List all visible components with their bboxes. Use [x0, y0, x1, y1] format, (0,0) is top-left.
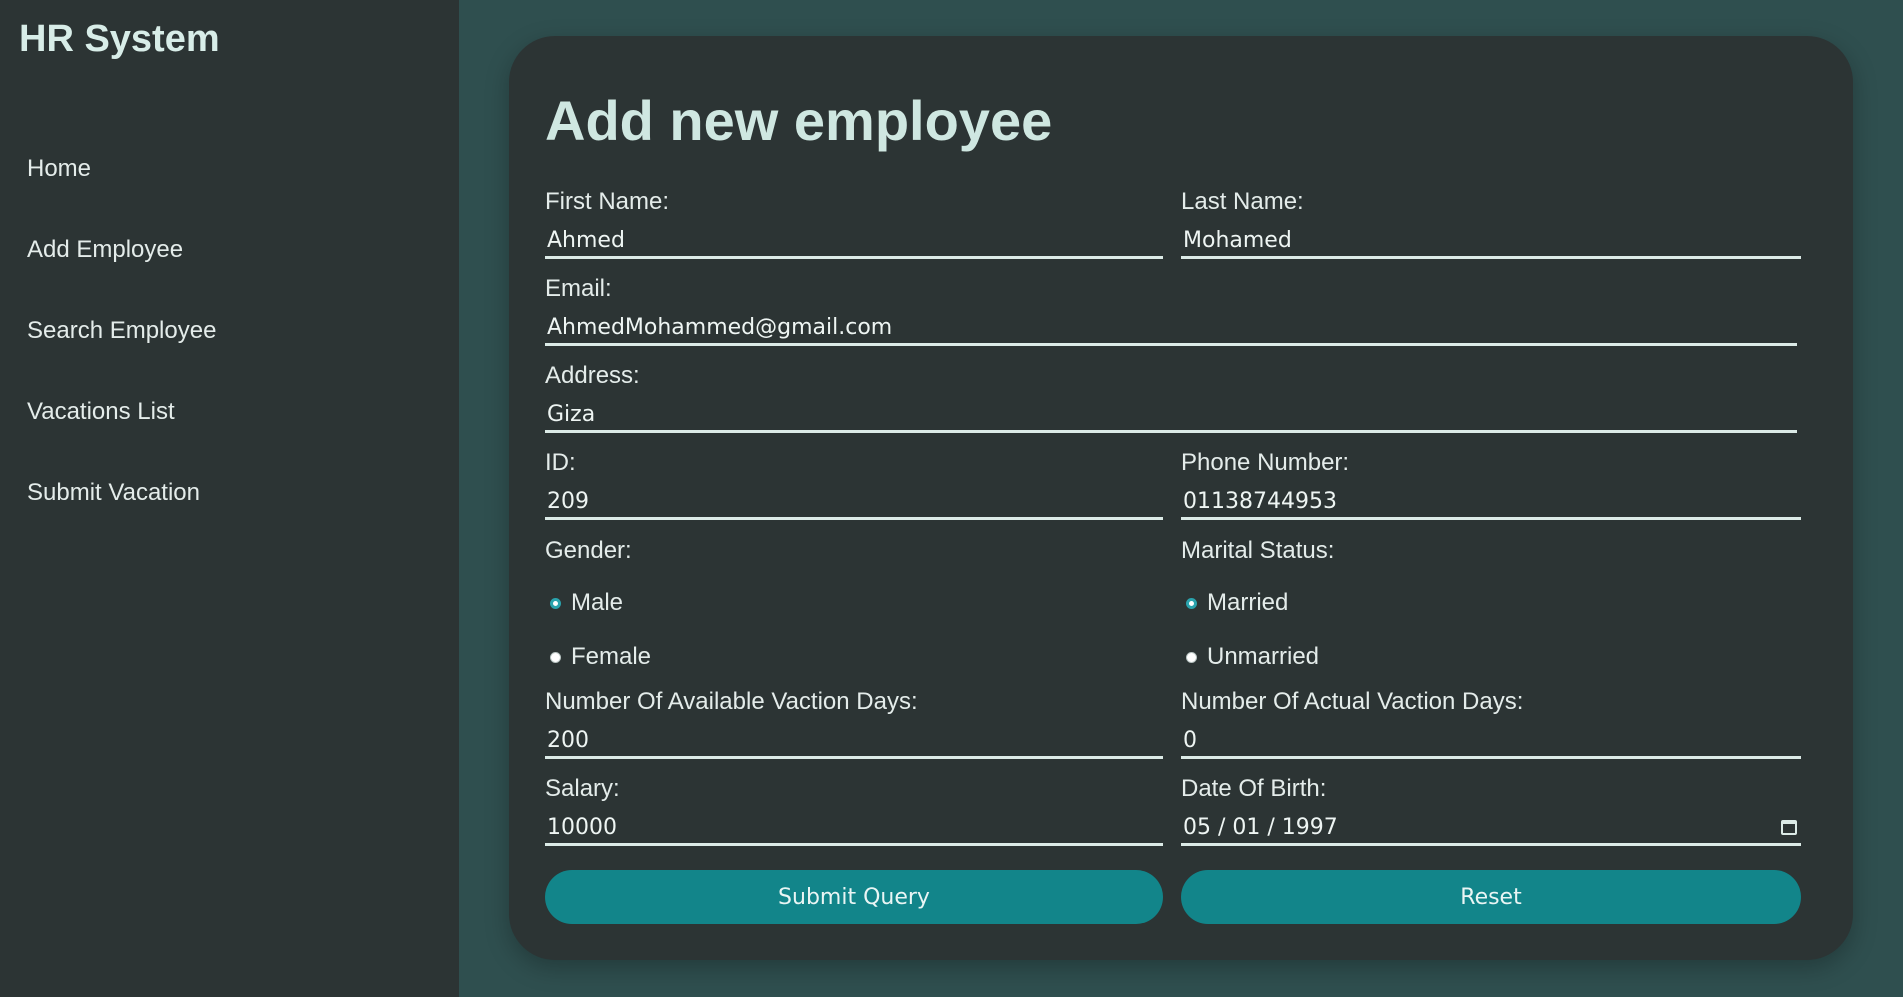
nav-item-home[interactable]: Home	[27, 155, 216, 236]
last-name-input[interactable]	[1181, 217, 1801, 259]
available-days-group: Number Of Available Vaction Days:	[545, 687, 1163, 759]
available-days-input[interactable]	[545, 717, 1163, 759]
id-input[interactable]	[545, 478, 1163, 520]
actual-days-label: Number Of Actual Vaction Days:	[1181, 688, 1524, 715]
gender-male-label: Male	[571, 589, 624, 616]
radio-unchecked-icon[interactable]	[1186, 651, 1197, 663]
nav-item-vacations-list[interactable]: Vacations List	[27, 398, 216, 479]
email-input[interactable]	[545, 304, 1797, 346]
available-days-label: Number Of Available Vaction Days:	[545, 688, 918, 715]
employee-form-card: Add new employee First Name: Last Name: …	[509, 36, 1853, 960]
gender-radio-female[interactable]: Female	[550, 643, 651, 671]
email-label: Email:	[545, 275, 612, 302]
address-group: Address:	[545, 361, 1797, 433]
marital-radio-married[interactable]: Married	[1186, 589, 1288, 617]
app-title: HR System	[19, 18, 220, 60]
radio-checked-icon[interactable]	[550, 597, 561, 609]
gender-label: Gender:	[545, 537, 632, 564]
reset-button[interactable]: Reset	[1181, 870, 1801, 924]
radio-unchecked-icon[interactable]	[550, 651, 561, 663]
phone-input[interactable]	[1181, 478, 1801, 520]
dob-field[interactable]	[1181, 804, 1801, 846]
salary-group: Salary:	[545, 774, 1163, 846]
address-label: Address:	[545, 362, 640, 389]
nav-item-submit-vacation[interactable]: Submit Vacation	[27, 479, 216, 560]
salary-label: Salary:	[545, 775, 620, 802]
salary-input[interactable]	[545, 804, 1163, 846]
first-name-input[interactable]	[545, 217, 1163, 259]
id-label: ID:	[545, 449, 576, 476]
actual-days-input[interactable]	[1181, 717, 1801, 759]
nav-item-add-employee[interactable]: Add Employee	[27, 236, 216, 317]
last-name-label: Last Name:	[1181, 188, 1304, 215]
nav-menu: Home Add Employee Search Employee Vacati…	[27, 155, 216, 560]
submit-button[interactable]: Submit Query	[545, 870, 1163, 924]
last-name-group: Last Name:	[1181, 187, 1801, 259]
email-group: Email:	[545, 274, 1797, 346]
marital-radio-unmarried[interactable]: Unmarried	[1186, 643, 1319, 671]
page-title: Add new employee	[545, 89, 1053, 152]
phone-group: Phone Number:	[1181, 448, 1801, 520]
sidebar: HR System Home Add Employee Search Emplo…	[0, 0, 459, 997]
marital-unmarried-label: Unmarried	[1207, 643, 1320, 670]
gender-female-label: Female	[571, 643, 652, 670]
phone-label: Phone Number:	[1181, 449, 1350, 476]
first-name-group: First Name:	[545, 187, 1163, 259]
dob-group: Date Of Birth:	[1181, 774, 1801, 846]
dob-label: Date Of Birth:	[1181, 775, 1327, 802]
dob-input[interactable]	[1181, 804, 1801, 846]
id-group: ID:	[545, 448, 1163, 520]
calendar-icon[interactable]	[1781, 820, 1797, 835]
actual-days-group: Number Of Actual Vaction Days:	[1181, 687, 1801, 759]
marital-status-label: Marital Status:	[1181, 537, 1335, 564]
gender-radio-male[interactable]: Male	[550, 589, 623, 617]
marital-married-label: Married	[1207, 589, 1289, 616]
nav-item-search-employee[interactable]: Search Employee	[27, 317, 216, 398]
first-name-label: First Name:	[545, 188, 670, 215]
address-input[interactable]	[545, 391, 1797, 433]
radio-checked-icon[interactable]	[1186, 597, 1197, 609]
